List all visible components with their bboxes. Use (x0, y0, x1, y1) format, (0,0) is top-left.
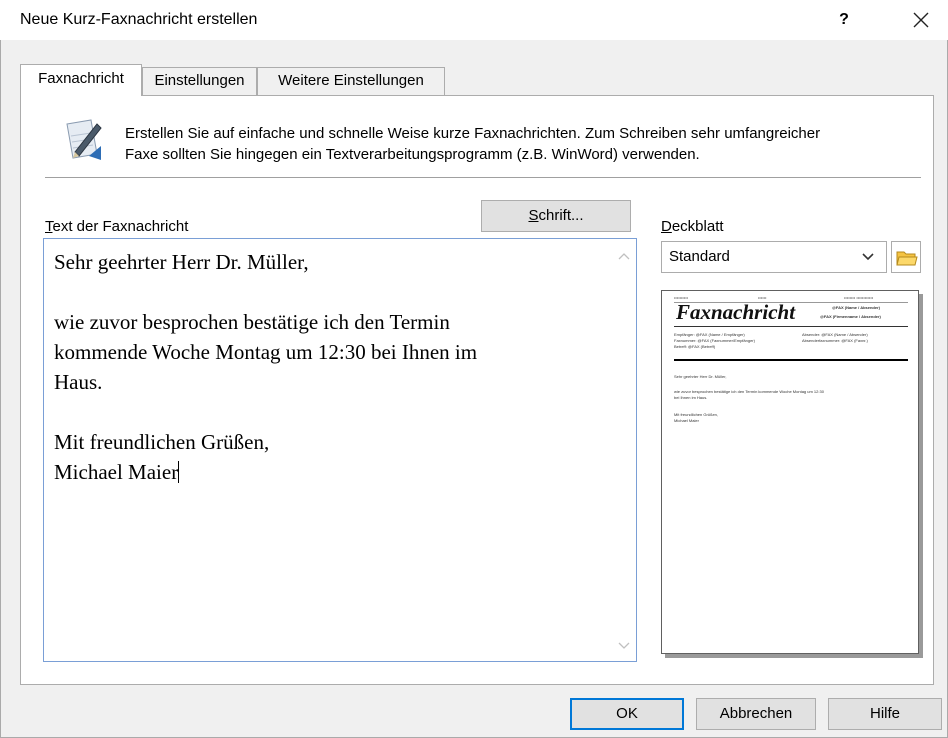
cover-label: Deckblatt (661, 218, 724, 235)
scroll-up-icon[interactable] (617, 248, 631, 260)
folder-icon (896, 251, 918, 266)
tab-weitere-einstellungen[interactable]: Weitere Einstellungen (257, 67, 445, 95)
tab-panel: Erstellen Sie auf einfache und schnelle … (20, 95, 934, 685)
message-line: ​ (54, 277, 626, 307)
message-line: Haus. (54, 370, 103, 394)
preview-sender-name: @FAX (Name / Absender) (832, 305, 880, 310)
pen-paper-icon (61, 116, 105, 162)
preview-body: bei Ihnen im Haus. (674, 395, 708, 400)
info-line-2: Faxe sollten Sie hingegen ein Textverarb… (125, 146, 700, 163)
preview-field: Empfänger: @FAX (Name / Empfänger) (674, 332, 745, 337)
message-line: kommende Woche Montag um 12:30 bei Ihnen… (54, 340, 478, 364)
scrollbar[interactable] (613, 239, 636, 661)
preview-heading: Faxnachricht (676, 300, 796, 324)
info-text: Erstellen Sie auf einfache und schnelle … (125, 123, 925, 165)
preview-field: Absenderfaxnummer: @FAX (Faxnr.) (802, 338, 868, 343)
preview-sender-company: @FAX (Firmenname / Absender) (820, 314, 881, 319)
message-label: Text der Faxnachricht (45, 218, 189, 235)
info-line-1: Erstellen Sie auf einfache und schnelle … (125, 125, 821, 142)
font-button[interactable]: Schrift... (481, 200, 631, 232)
message-textarea[interactable]: Sehr geehrter Herr Dr. Müller, ​ wie zuv… (43, 238, 637, 662)
preview-field: Betreff: @FAX (Betreff) (674, 344, 716, 349)
cover-select[interactable]: Standard (661, 241, 887, 273)
message-line: ​ (54, 397, 626, 427)
open-folder-button[interactable] (891, 241, 921, 273)
cover-preview: •••••••••• •••••• •••••••• •••••••••••• … (661, 290, 919, 654)
preview-body: Michael Maier (674, 418, 699, 423)
tab-faxnachricht[interactable]: Faxnachricht (20, 64, 142, 96)
help-icon[interactable]: ? (830, 6, 858, 34)
preview-field: Faxnummer: @FAX (Faxnummer/Empfänger) (674, 338, 755, 343)
preview-body: Mit freundlichen Grüßen, (674, 412, 719, 417)
preview-body: Sehr geehrter Herr Dr. Müller, (674, 374, 727, 379)
message-line: wie zuvor besprochen bestätige ich den T… (54, 310, 450, 334)
separator (45, 177, 921, 178)
window-title: Neue Kurz-Faxnachricht erstellen (20, 11, 258, 28)
text-caret (178, 461, 180, 483)
help-button[interactable]: Hilfe (828, 698, 942, 730)
preview-top-right: •••••••• •••••••••••• (844, 295, 874, 300)
preview-body: wie zuvor besprochen bestätige ich den T… (674, 389, 824, 394)
cancel-button[interactable]: Abbrechen (696, 698, 816, 730)
preview-field: Absender: @FAX (Name / Absender) (802, 332, 868, 337)
message-line: Michael Maier (54, 460, 180, 484)
scroll-down-icon[interactable] (617, 638, 631, 649)
message-line: Sehr geehrter Herr Dr. Müller, (54, 250, 309, 274)
ok-button[interactable]: OK (570, 698, 684, 730)
message-line: Mit freundlichen Grüßen, (54, 430, 270, 454)
chevron-down-icon (861, 250, 875, 262)
tab-einstellungen[interactable]: Einstellungen (142, 67, 257, 95)
close-icon[interactable] (905, 4, 937, 36)
